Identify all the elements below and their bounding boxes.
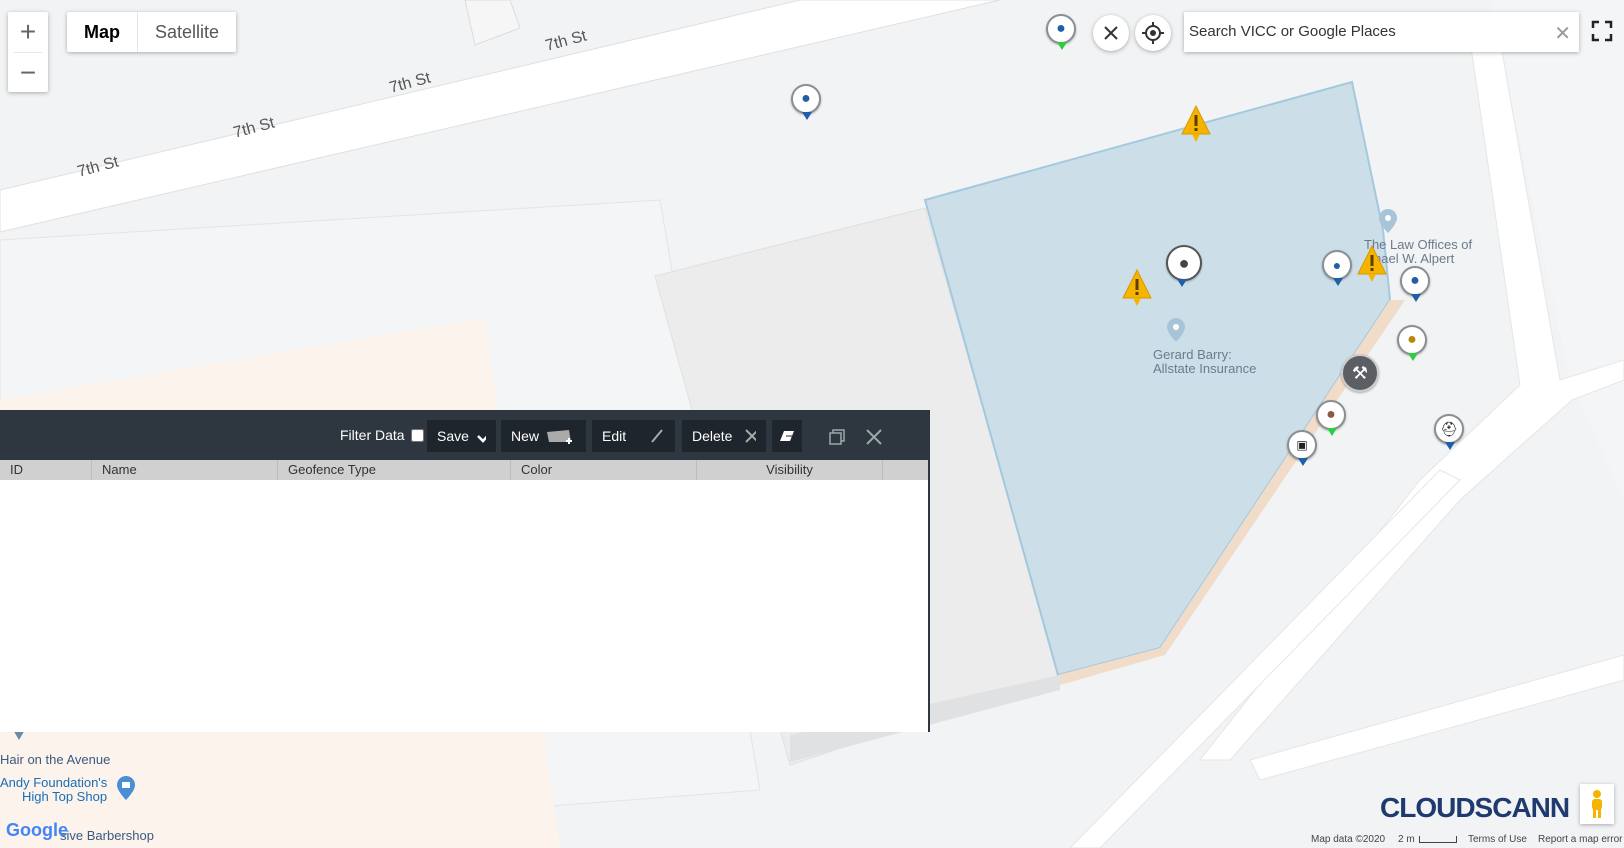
x-icon	[745, 429, 756, 443]
search-box: ✕	[1184, 12, 1579, 52]
google-logo: Google	[6, 820, 68, 840]
search-input[interactable]	[1184, 12, 1534, 50]
warning-icon[interactable]	[1121, 268, 1153, 313]
marker-tip	[802, 112, 812, 120]
scale-ruler-icon	[1419, 836, 1457, 843]
restore-window-button[interactable]	[828, 428, 846, 451]
fullscreen-button[interactable]	[1587, 16, 1617, 46]
warning-icon[interactable]	[1180, 104, 1212, 149]
save-button[interactable]: Save	[427, 420, 496, 452]
place-pin-icon[interactable]	[1167, 318, 1185, 345]
close-icon	[1104, 26, 1118, 40]
map-type-map-button[interactable]: Map	[67, 12, 137, 52]
person-icon: ●	[1332, 257, 1342, 273]
marker-tip	[1298, 458, 1308, 466]
eraser-icon	[780, 431, 794, 441]
pegman-icon	[1592, 790, 1602, 818]
close-panel-button[interactable]	[864, 427, 884, 452]
map-type-control: Map Satellite	[67, 12, 237, 52]
marker-tip	[1177, 279, 1187, 287]
place-label-andy[interactable]: Andy Foundation's High Top Shop	[0, 776, 107, 804]
report-error-link[interactable]: Report a map error	[1538, 834, 1622, 845]
person-icon: ●	[1407, 331, 1417, 348]
place-label-line: Andy Foundation's	[0, 775, 108, 790]
geofence-toolbar: Filter Data Save New Edit Delete	[0, 412, 928, 460]
shop-pin-icon[interactable]	[117, 776, 135, 803]
user-marker[interactable]: ⚒	[1341, 354, 1379, 392]
zoom-control: + −	[8, 12, 48, 92]
geofence-table-header: ID Name Geofence Type Color Visibility	[0, 460, 928, 480]
user-marker[interactable]: ●	[1322, 250, 1352, 286]
locate-icon	[1142, 22, 1164, 44]
column-header-name[interactable]: Name	[92, 460, 278, 480]
save-label: Save	[437, 428, 469, 444]
filter-data: Filter Data	[340, 427, 424, 443]
place-label-line: Allstate Insurance	[1153, 361, 1257, 376]
scale-text[interactable]: 2 m	[1398, 834, 1415, 845]
marker-tip	[1327, 428, 1337, 436]
user-marker[interactable]: ⛑	[1434, 414, 1464, 450]
person-icon: ●	[801, 90, 811, 107]
column-header-geofence-type[interactable]: Geofence Type	[278, 460, 511, 480]
restore-window-icon	[829, 429, 845, 445]
filter-data-checkbox[interactable]	[410, 428, 424, 442]
zoom-out-button[interactable]: −	[8, 53, 48, 93]
person-icon: ●	[1178, 252, 1190, 273]
pencil-icon	[651, 429, 663, 443]
geofence-panel: Filter Data Save New Edit Delete ID Name…	[0, 410, 930, 732]
column-header-color[interactable]: Color	[511, 460, 697, 480]
eraser-button[interactable]	[772, 420, 802, 452]
terms-link[interactable]: Terms of Use	[1468, 834, 1527, 845]
user-marker[interactable]: ●	[1400, 266, 1430, 302]
place-label-insurance[interactable]: Gerard Barry: Allstate Insurance	[1153, 348, 1256, 376]
checkmark-icon	[477, 435, 486, 443]
filter-data-label: Filter Data	[340, 427, 405, 443]
person-icon: ●	[1056, 20, 1066, 37]
marker-tip	[1333, 278, 1343, 286]
place-label-line: High Top Shop	[22, 789, 108, 804]
new-button[interactable]: New	[501, 420, 586, 452]
marker-tip	[1057, 42, 1067, 50]
user-marker[interactable]: ●	[1046, 14, 1076, 50]
logo-text: CLOUDSCANN	[1380, 792, 1570, 823]
marker-tip	[1411, 294, 1421, 302]
id-card-icon: ▣	[1296, 438, 1308, 452]
person-icon: ●	[1326, 406, 1336, 423]
column-header-visibility[interactable]: Visibility	[697, 460, 883, 480]
geofence-table-body	[0, 480, 928, 732]
marker-tip	[1445, 442, 1455, 450]
marker-tip	[1408, 353, 1418, 361]
delete-label: Delete	[692, 428, 733, 444]
place-label-line: Gerard Barry:	[1153, 347, 1232, 362]
close-icon	[866, 429, 882, 445]
user-marker[interactable]: ●	[791, 84, 821, 120]
pegman-button[interactable]	[1580, 784, 1614, 824]
map-type-satellite-button[interactable]: Satellite	[137, 12, 236, 52]
worker-icon: ⚒	[1351, 362, 1369, 383]
delete-button[interactable]: Delete	[682, 420, 766, 452]
place-label-hair[interactable]: Hair on the Avenue	[0, 752, 110, 767]
warning-icon[interactable]	[1356, 244, 1388, 289]
place-pin-icon[interactable]	[1379, 209, 1397, 236]
edit-label: Edit	[602, 428, 627, 444]
zoom-in-button[interactable]: +	[8, 12, 48, 52]
map-data-text: Map data ©2020	[1311, 834, 1386, 845]
locate-button[interactable]	[1135, 15, 1171, 51]
hardhat-icon: ⛑	[1440, 420, 1458, 437]
close-button[interactable]	[1093, 15, 1129, 51]
fullscreen-icon	[1591, 20, 1613, 42]
user-marker[interactable]: ▣	[1287, 430, 1317, 466]
search-clear-icon[interactable]: ✕	[1554, 21, 1571, 46]
user-marker[interactable]: ●	[1397, 325, 1427, 361]
place-label-barbershop[interactable]: sive Barbershop	[60, 828, 154, 843]
user-marker[interactable]: ●	[1166, 245, 1202, 287]
edit-button[interactable]: Edit	[592, 420, 675, 452]
cloudscann-logo: CLOUDSCANN	[1380, 792, 1570, 824]
new-label: New	[511, 428, 540, 444]
column-header-id[interactable]: ID	[0, 460, 92, 480]
person-icon: ●	[1410, 272, 1420, 289]
ruler-icon	[547, 430, 573, 444]
user-marker[interactable]: ●	[1316, 400, 1346, 436]
